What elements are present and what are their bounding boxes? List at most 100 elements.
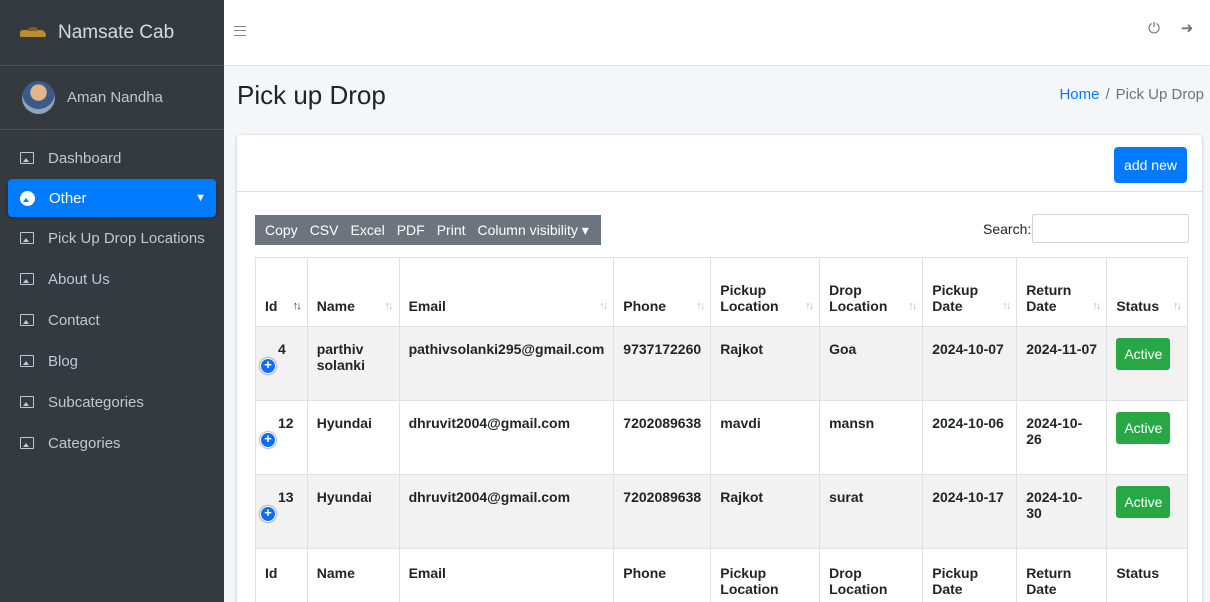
- csv-button[interactable]: CSV: [303, 215, 345, 245]
- breadcrumb-home-link[interactable]: Home: [1059, 86, 1099, 103]
- status-active-button[interactable]: Active: [1116, 486, 1171, 518]
- cell-pickup-date: 2024-10-07: [922, 326, 1018, 401]
- copy-button[interactable]: Copy: [255, 215, 304, 245]
- column-header-id[interactable]: Id ↑↓: [255, 257, 308, 327]
- dashboard-icon: [20, 190, 35, 206]
- page-title: Pick up Drop: [237, 80, 386, 110]
- table-row: +12 Hyundai dhruvit2004@gmail.com 720208…: [255, 400, 1188, 475]
- cell-return-date: 2024-11-07: [1016, 326, 1108, 401]
- footer-header-return-date: Return Date: [1016, 548, 1108, 602]
- car-logo-icon: [20, 26, 46, 40]
- sidebar-item-label: Other: [49, 189, 87, 207]
- footer-header-pickup-date: Pickup Date: [922, 548, 1018, 602]
- image-icon: [20, 355, 34, 367]
- table-footer-row: Id Name Email Phone Pickup Location Drop…: [255, 548, 1188, 602]
- column-header-return-date[interactable]: Return Date ↑↓: [1016, 257, 1108, 327]
- sidebar-item-label: About Us: [48, 270, 110, 288]
- sidebar-item-label: Categories: [48, 434, 121, 452]
- cell-id: +13: [255, 474, 308, 549]
- cell-email: dhruvit2004@gmail.com: [398, 474, 615, 549]
- cell-drop-location: mansn: [819, 400, 924, 475]
- image-icon: [20, 396, 34, 408]
- search-input[interactable]: [1032, 214, 1189, 243]
- column-header-name[interactable]: Name ↑↓: [306, 257, 400, 327]
- cell-status: Active: [1106, 326, 1188, 401]
- sidebar-item-pick-up-drop-locations[interactable]: Pick Up Drop Locations: [8, 218, 216, 258]
- brand-name: Namsate Cab: [58, 21, 175, 43]
- expand-row-plus-icon[interactable]: +: [260, 506, 276, 522]
- breadcrumb: Home / Pick Up Drop: [1059, 86, 1204, 103]
- column-header-pickup-location[interactable]: Pickup Location ↑↓: [710, 257, 821, 327]
- search-label: Search:: [983, 221, 1032, 237]
- status-active-button[interactable]: Active: [1116, 338, 1171, 370]
- column-header-pickup-date[interactable]: Pickup Date ↑↓: [922, 257, 1018, 327]
- sidebar-item-label: Pick Up Drop Locations: [48, 229, 205, 247]
- sort-asc-icon: ↑↓: [292, 300, 302, 312]
- cell-id: +12: [255, 400, 308, 475]
- cell-phone: 7202089638: [613, 400, 712, 475]
- cell-return-date: 2024-10-30: [1016, 474, 1108, 549]
- cell-email: dhruvit2004@gmail.com: [398, 400, 615, 475]
- export-button-group: Copy CSV Excel PDF Print Column visibili…: [255, 215, 601, 245]
- cell-pickup-location: mavdi: [710, 400, 821, 475]
- column-header-phone[interactable]: Phone ↑↓: [613, 257, 712, 327]
- cell-status: Active: [1106, 400, 1188, 475]
- sidebar-item-dashboard[interactable]: Dashboard: [8, 138, 216, 178]
- print-button[interactable]: Print: [430, 215, 472, 245]
- sidebar-item-subcategories[interactable]: Subcategories: [8, 382, 216, 422]
- column-header-email[interactable]: Email ↑↓: [398, 257, 615, 327]
- expand-row-plus-icon[interactable]: +: [260, 358, 276, 374]
- footer-header-pickup-location: Pickup Location: [710, 548, 821, 602]
- sort-icon: ↑↓: [1173, 300, 1182, 312]
- column-header-drop-location[interactable]: Drop Location ↑↓: [819, 257, 924, 327]
- excel-button[interactable]: Excel: [344, 215, 391, 245]
- sidebar-item-contact[interactable]: Contact: [8, 300, 216, 340]
- expand-row-plus-icon[interactable]: +: [260, 432, 276, 448]
- image-icon: [20, 232, 34, 244]
- image-icon: [20, 437, 34, 449]
- add-new-button[interactable]: add new: [1114, 147, 1187, 183]
- sidebar: Namsate Cab Aman Nandha Dashboard Other …: [0, 0, 224, 602]
- footer-header-drop-location: Drop Location: [819, 548, 924, 602]
- sidebar-item-label: Dashboard: [48, 149, 122, 167]
- cell-name: parthiv solanki: [306, 326, 400, 401]
- cell-status: Active: [1106, 474, 1188, 549]
- sidebar-item-about-us[interactable]: About Us: [8, 259, 216, 299]
- cell-pickup-location: Rajkot: [710, 326, 821, 401]
- breadcrumb-separator: /: [1105, 86, 1110, 103]
- column-visibility-button[interactable]: Column visibility ▾: [471, 215, 601, 245]
- pdf-button[interactable]: PDF: [390, 215, 431, 245]
- sidebar-item-label: Subcategories: [48, 393, 144, 411]
- top-navbar: ⏻ ➜: [224, 0, 1210, 66]
- sort-icon: ↑↓: [1002, 300, 1011, 312]
- image-icon: [20, 152, 34, 164]
- table-header-row: Id ↑↓ Name ↑↓ Email ↑↓ Phone ↑↓ Pickup Locat…: [255, 257, 1188, 327]
- image-icon: [20, 314, 34, 326]
- cell-phone: 7202089638: [613, 474, 712, 549]
- sort-icon: ↑↓: [805, 300, 814, 312]
- image-icon: [20, 273, 34, 285]
- table-row: +13 Hyundai dhruvit2004@gmail.com 720208…: [255, 474, 1188, 549]
- status-active-button[interactable]: Active: [1116, 412, 1171, 444]
- footer-header-phone: Phone: [613, 548, 712, 602]
- brand-link[interactable]: Namsate Cab: [0, 0, 224, 66]
- cell-name: Hyundai: [306, 474, 400, 549]
- cell-drop-location: Goa: [819, 326, 924, 401]
- logout-icon[interactable]: ➜: [1178, 20, 1196, 38]
- hamburger-menu-icon[interactable]: [234, 26, 246, 36]
- cell-pickup-date: 2024-10-17: [922, 474, 1018, 549]
- sidebar-nav: Dashboard Other ▼ Pick Up Drop Locations…: [0, 138, 224, 463]
- cell-pickup-date: 2024-10-06: [922, 400, 1018, 475]
- sidebar-item-categories[interactable]: Categories: [8, 423, 216, 463]
- column-header-status[interactable]: Status ↑↓: [1106, 257, 1188, 327]
- sidebar-item-label: Contact: [48, 311, 100, 329]
- cell-name: Hyundai: [306, 400, 400, 475]
- user-panel[interactable]: Aman Nandha: [0, 66, 224, 130]
- power-icon[interactable]: ⏻: [1145, 20, 1163, 38]
- card-header: add new: [237, 135, 1202, 192]
- sidebar-item-blog[interactable]: Blog: [8, 341, 216, 381]
- cell-email: pathivsolanki295@gmail.com: [398, 326, 615, 401]
- sidebar-item-other[interactable]: Other ▼: [8, 179, 216, 217]
- breadcrumb-current: Pick Up Drop: [1115, 86, 1204, 103]
- footer-header-status: Status: [1106, 548, 1188, 602]
